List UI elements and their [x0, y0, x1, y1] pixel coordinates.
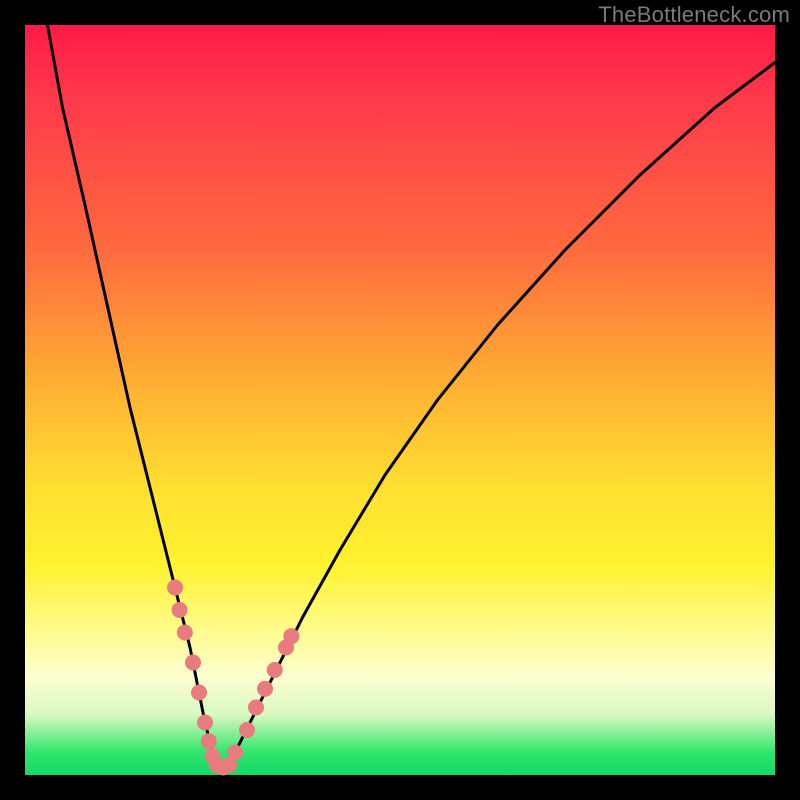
plot-area: [25, 25, 775, 775]
data-marker: [177, 625, 193, 641]
outer-frame: TheBottleneck.com: [0, 0, 800, 800]
curve-layer: [48, 25, 776, 768]
chart-svg: [25, 25, 775, 775]
bottleneck-curve: [48, 25, 776, 768]
data-marker: [185, 655, 201, 671]
marker-layer: [167, 580, 299, 776]
data-marker: [167, 580, 183, 596]
data-marker: [197, 715, 213, 731]
data-marker: [239, 722, 255, 738]
data-marker: [248, 700, 264, 716]
data-marker: [257, 681, 273, 697]
data-marker: [227, 745, 243, 761]
data-marker: [283, 628, 299, 644]
data-marker: [191, 685, 207, 701]
data-marker: [201, 733, 217, 749]
data-marker: [172, 602, 188, 618]
watermark-text: TheBottleneck.com: [598, 2, 790, 28]
data-marker: [267, 662, 283, 678]
